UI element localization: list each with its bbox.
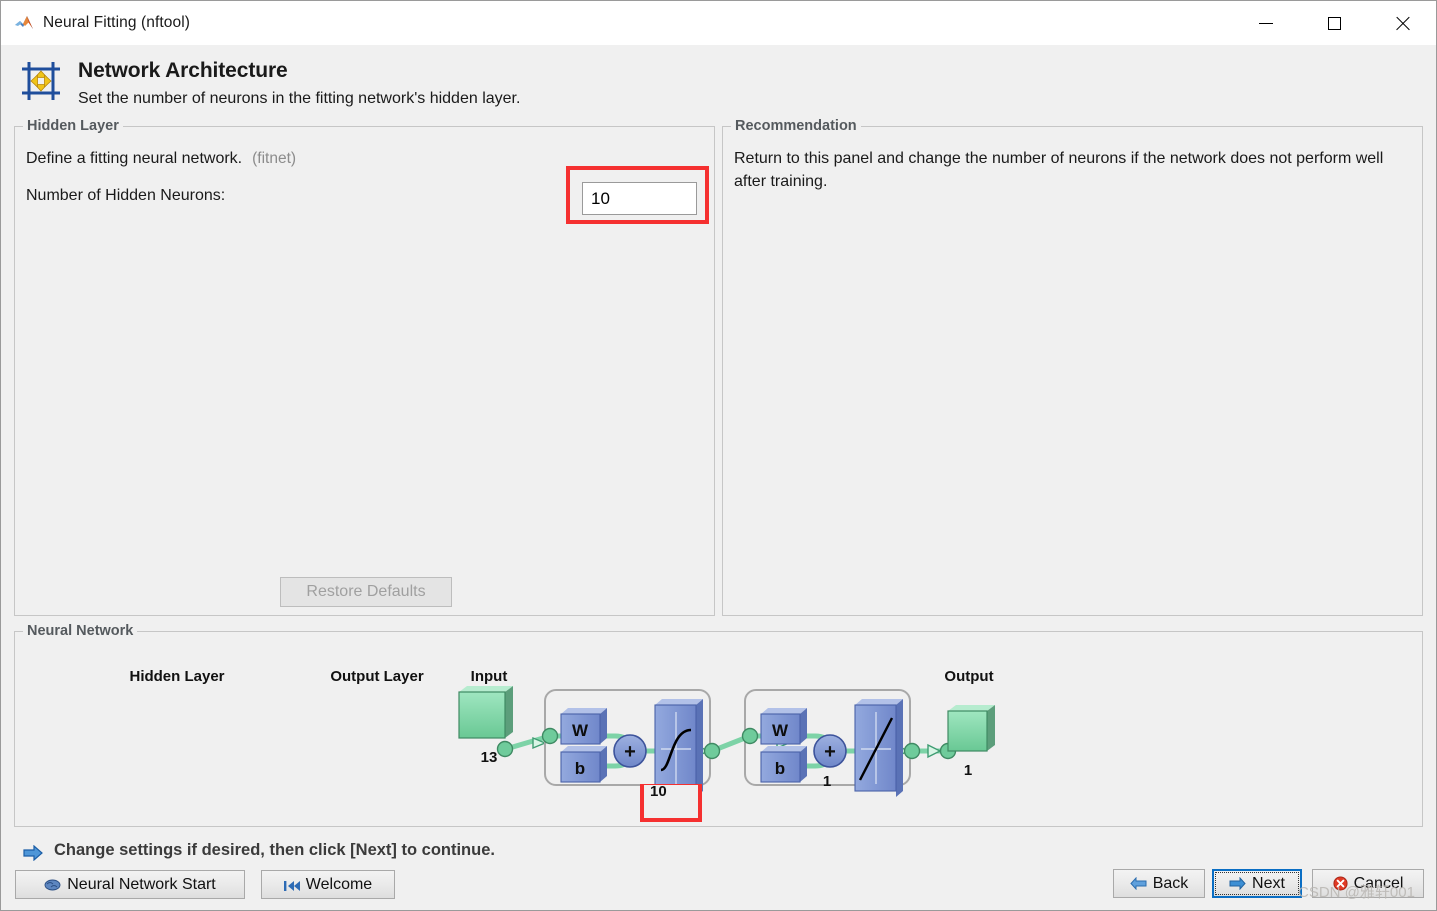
diagram-hidden-layer-box: W b + xyxy=(541,689,721,797)
diagram-output-block: 1 xyxy=(939,705,995,779)
status-message: Change settings if desired, then click [… xyxy=(54,841,495,859)
diagram-input-block: 13 xyxy=(458,686,514,766)
brain-icon xyxy=(44,878,61,891)
hidden-size-highlight: 10 xyxy=(640,784,702,822)
next-button[interactable]: Next xyxy=(1212,869,1302,898)
diagram-output-size: 1 xyxy=(964,762,972,779)
cancel-button[interactable]: Cancel xyxy=(1312,869,1424,898)
page-subtitle: Set the number of neurons in the fitting… xyxy=(78,90,521,107)
welcome-label: Welcome xyxy=(305,875,373,893)
diagram-input-size: 13 xyxy=(481,749,498,766)
diagram-output-bias-symbol: b xyxy=(775,759,785,778)
purelin-linear-icon xyxy=(854,699,903,797)
status-bar: Change settings if desired, then click [… xyxy=(1,837,1436,870)
diagram-output-layer-size: 1 xyxy=(823,773,831,790)
next-label: Next xyxy=(1252,874,1285,892)
back-button[interactable]: Back xyxy=(1113,869,1205,898)
window-controls xyxy=(1232,1,1436,45)
diagram-output-label: Output xyxy=(944,668,993,685)
restore-defaults-button[interactable]: Restore Defaults xyxy=(280,577,452,607)
neural-network-panel: Neural Network Hidden Layer Output Layer xyxy=(14,623,1423,827)
diagram-hidden-layer-size: 10 xyxy=(644,784,698,799)
maximize-button[interactable] xyxy=(1300,1,1368,45)
recommendation-group-title: Recommendation xyxy=(731,118,861,134)
left-arrow-icon xyxy=(1130,876,1147,891)
nftool-window: Neural Fitting (nftool) Network Architec… xyxy=(0,0,1437,911)
diagram-input-label: Input xyxy=(471,668,508,685)
diagram-hidden-sum-symbol: + xyxy=(624,741,636,763)
minimize-button[interactable] xyxy=(1232,1,1300,45)
back-label: Back xyxy=(1152,874,1189,892)
diagram-output-sum-symbol: + xyxy=(824,741,836,763)
diagram-hidden-layer-label: Hidden Layer xyxy=(129,668,224,685)
recommendation-text: Return to this panel and change the numb… xyxy=(734,150,1384,191)
network-architecture-icon xyxy=(20,60,62,102)
maximize-icon xyxy=(1327,16,1341,30)
hidden-neurons-label: Number of Hidden Neurons: xyxy=(26,187,226,204)
page-header: Network Architecture Set the number of n… xyxy=(1,45,1436,118)
close-icon xyxy=(1394,15,1410,31)
welcome-button[interactable]: Welcome xyxy=(261,870,395,899)
define-network-label: Define a fitting neural network. (fitnet) xyxy=(26,150,296,168)
hidden-neurons-input[interactable] xyxy=(582,182,697,215)
diagram-output-layer-label: Output Layer xyxy=(330,668,424,685)
neural-network-start-label: Neural Network Start xyxy=(67,875,216,893)
network-diagram: Hidden Layer Output Layer Input Output 1… xyxy=(129,668,995,797)
hidden-layer-group-title: Hidden Layer xyxy=(23,118,123,134)
close-button[interactable] xyxy=(1368,1,1436,45)
skip-to-start-icon xyxy=(283,879,300,891)
define-network-text: Define a fitting neural network. xyxy=(26,150,243,167)
error-x-icon xyxy=(1333,876,1348,891)
hidden-layer-panel: Hidden Layer Define a fitting neural net… xyxy=(14,118,715,616)
minimize-icon xyxy=(1259,22,1273,24)
right-arrow-icon xyxy=(1229,876,1246,891)
diagram-hidden-bias-symbol: b xyxy=(575,759,585,778)
diagram-hidden-weight-symbol: W xyxy=(572,721,589,740)
cancel-label: Cancel xyxy=(1353,874,1404,892)
hidden-neurons-highlight xyxy=(566,166,709,224)
recommendation-panel: Recommendation Return to this panel and … xyxy=(722,118,1423,616)
fitnet-hint: (fitnet) xyxy=(252,150,297,167)
neural-network-start-button[interactable]: Neural Network Start xyxy=(15,870,245,899)
window-title: Neural Fitting (nftool) xyxy=(43,14,191,31)
title-bar: Neural Fitting (nftool) xyxy=(1,1,1436,45)
page-title: Network Architecture xyxy=(78,59,288,82)
diagram-output-weight-symbol: W xyxy=(772,721,789,740)
matlab-membrane-icon xyxy=(14,13,34,33)
right-arrow-icon xyxy=(23,844,43,862)
